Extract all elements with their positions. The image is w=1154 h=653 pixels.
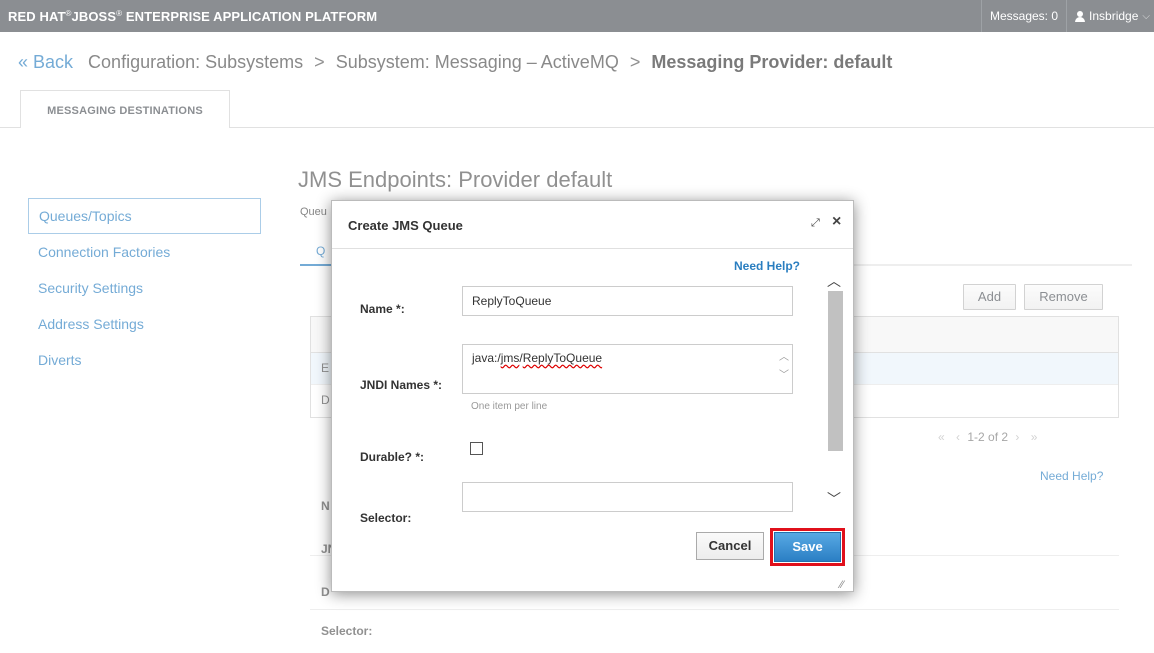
selector-label: Selector: [360, 511, 412, 522]
dialog-title: Create JMS Queue [348, 218, 463, 233]
close-icon[interactable]: × [832, 213, 841, 231]
durable-checkbox[interactable] [470, 442, 483, 455]
dialog-header: Create JMS Queue ⤢ × [332, 201, 853, 249]
name-label: Name *: [360, 302, 405, 316]
need-help-link[interactable]: Need Help? [734, 259, 800, 273]
selector-input[interactable] [462, 482, 793, 512]
jndi-queue: ReplyToQueue [522, 351, 603, 365]
textarea-scroll-icons[interactable]: ︿ ﹀ [779, 349, 789, 385]
jndi-names-label: JNDI Names *: [360, 378, 443, 392]
maximize-icon[interactable]: ⤢ [811, 217, 820, 230]
save-button[interactable]: Save [774, 532, 841, 562]
cancel-button[interactable]: Cancel [696, 532, 764, 560]
durable-label: Durable? *: [360, 450, 425, 464]
scroll-down-icon[interactable]: ﹀ [826, 489, 842, 509]
name-input[interactable]: ReplyToQueue [462, 286, 793, 316]
jndi-jms: jms [500, 351, 520, 365]
jndi-prefix: java:/ [472, 351, 501, 365]
jndi-names-textarea[interactable]: java:/jms/ReplyToQueue ︿ ﹀ [462, 344, 793, 394]
dialog-scrollbar-thumb[interactable] [828, 291, 843, 451]
resize-handle-icon[interactable]: ⁄⁄ [840, 579, 844, 591]
dialog-body: Need Help? Name *: ReplyToQueue JNDI Nam… [332, 250, 853, 522]
jndi-hint: One item per line [471, 401, 548, 412]
create-jms-queue-dialog: Create JMS Queue ⤢ × Need Help? Name *: … [331, 200, 854, 592]
scroll-up-icon[interactable]: ︿ [826, 271, 842, 291]
